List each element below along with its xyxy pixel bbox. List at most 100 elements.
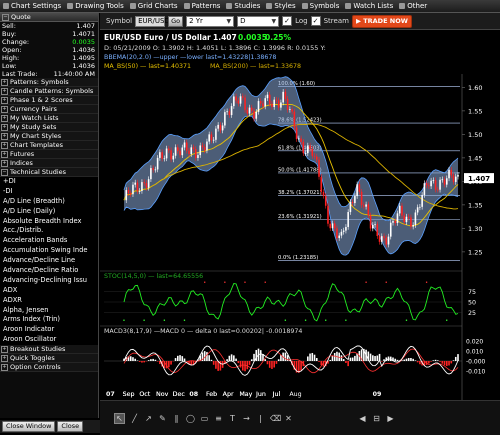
close-button[interactable]: Close	[57, 421, 83, 432]
menu-item-drawing-tools[interactable]: Drawing Tools	[64, 2, 127, 10]
study-item[interactable]: Advance/Decline Ratio	[0, 266, 98, 276]
candle-body	[426, 183, 428, 185]
menu-item-grid-charts[interactable]: Grid Charts	[127, 2, 181, 10]
expand-icon[interactable]: +	[1, 124, 8, 131]
macd-histogram-bar	[132, 357, 134, 361]
symbol-input[interactable]: EUR/USD	[135, 16, 165, 27]
study-item[interactable]: Aroon Indicator	[0, 325, 98, 335]
study-item[interactable]: Advance/Decline Line	[0, 256, 98, 266]
study-item[interactable]: Alpha, Jensen	[0, 306, 98, 316]
cursor-icon[interactable]: ↖	[114, 413, 125, 424]
study-item[interactable]: Advancing-Declining Issu	[0, 276, 98, 286]
study-item[interactable]: ADX	[0, 286, 98, 296]
study-item[interactable]: A/D Line (Breadth)	[0, 197, 98, 207]
candle-body	[410, 217, 412, 226]
period-select[interactable]: 2 Yr▼	[186, 16, 234, 27]
expand-icon[interactable]: +	[1, 106, 8, 113]
menu-item-patterns[interactable]: Patterns	[181, 2, 224, 10]
tree-item[interactable]: +Futures	[0, 150, 98, 159]
study-item[interactable]: ADXR	[0, 296, 98, 306]
expand-icon[interactable]: +	[1, 346, 8, 353]
menu-item-studies[interactable]: Studies	[223, 2, 263, 10]
expand-icon[interactable]: +	[1, 79, 8, 86]
candle-body	[415, 212, 417, 225]
tree-item[interactable]: +Chart Templates	[0, 141, 98, 150]
collapse-icon[interactable]: −	[2, 14, 9, 21]
expand-icon[interactable]: +	[1, 88, 8, 95]
menu-label: Grid Charts	[138, 2, 178, 10]
menu-item-chart-settings[interactable]: Chart Settings	[0, 2, 64, 10]
expand-icon[interactable]: +	[1, 115, 8, 122]
vertical-line-icon[interactable]: |	[256, 414, 265, 423]
line-tool-icon[interactable]: ╱	[130, 414, 139, 423]
tree-item[interactable]: +Indices	[0, 159, 98, 168]
time-axis-label: Dec	[173, 391, 186, 398]
candle-body	[448, 170, 450, 178]
study-item[interactable]: A/D Line (Daily)	[0, 207, 98, 217]
tree-item[interactable]: +My Watch Lists	[0, 114, 98, 123]
expand-icon[interactable]: +	[1, 151, 8, 158]
trend-line-icon[interactable]: ↗	[144, 414, 153, 423]
candle-body	[168, 149, 170, 151]
tree-item[interactable]: +Quick Toggles	[0, 354, 98, 363]
study-item[interactable]: Absolute Breadth Index	[0, 217, 98, 227]
delete-icon[interactable]: ✕	[284, 414, 293, 423]
expand-icon[interactable]: +	[1, 160, 8, 167]
macd-histogram-bar	[430, 361, 432, 362]
scroll-right-icon[interactable]: ▶	[386, 414, 395, 423]
close-window-button[interactable]: Close Window	[2, 421, 55, 432]
pencil-icon[interactable]: ✎	[158, 414, 167, 423]
expand-icon[interactable]: +	[1, 97, 8, 104]
quote-header[interactable]: −Quote	[0, 13, 98, 22]
tree-item[interactable]: +Option Controls	[0, 363, 98, 372]
zoom-slider-icon[interactable]: ⊟	[372, 414, 381, 423]
chart-area[interactable]: EUR/USD Euro / US Dollar1.4070.00350.25%…	[100, 30, 500, 400]
study-item[interactable]: Acc./Distrib.	[0, 226, 98, 236]
menu-item-other[interactable]: Other	[396, 2, 430, 10]
tree-item[interactable]: +Phase 1 & 2 Scores	[0, 96, 98, 105]
expand-icon[interactable]: +	[1, 355, 8, 362]
study-item[interactable]: Aroon Oscillator	[0, 335, 98, 345]
circle-tool-icon[interactable]: ◯	[186, 414, 195, 423]
tree-item[interactable]: −Technical Studies	[0, 168, 98, 177]
study-item[interactable]: -DI	[0, 187, 98, 197]
expand-icon[interactable]: +	[1, 364, 8, 371]
tree-item[interactable]: +Candle Patterns: Symbols	[0, 87, 98, 96]
stream-checkbox[interactable]: ✓	[311, 16, 321, 26]
candle-body	[280, 102, 282, 107]
collapse-icon[interactable]: −	[1, 169, 8, 176]
study-item[interactable]: Acceleration Bands	[0, 236, 98, 246]
study-item[interactable]: Accumulation Swing Inde	[0, 246, 98, 256]
fibonacci-tool-icon[interactable]: ≡	[214, 414, 223, 423]
tree-item[interactable]: +My Study Sets	[0, 123, 98, 132]
rectangle-tool-icon[interactable]: ▭	[200, 414, 209, 423]
scroll-left-icon[interactable]: ◀	[358, 414, 367, 423]
trade-now-button[interactable]: ▶ TRADE NOW	[352, 15, 412, 28]
menu-item-styles[interactable]: Styles	[263, 2, 298, 10]
tree-item[interactable]: +My Chart Styles	[0, 132, 98, 141]
go-button[interactable]: Go	[168, 16, 183, 27]
study-item[interactable]: +DI	[0, 177, 98, 187]
channel-icon[interactable]: ∥	[172, 414, 181, 423]
candle-body	[211, 134, 213, 140]
menu-item-watch-lists[interactable]: Watch Lists	[342, 2, 396, 10]
text-tool-icon[interactable]: T	[228, 414, 237, 423]
arrow-tool-icon[interactable]: →	[242, 414, 251, 423]
interval-select[interactable]: D▼	[237, 16, 279, 27]
fib-label: 50.0% (1.41788)	[278, 167, 322, 173]
eraser-icon[interactable]: ⌫	[270, 414, 279, 423]
macd-histogram-bar	[345, 361, 347, 363]
study-item[interactable]: Arms Index (Trin)	[0, 315, 98, 325]
tree-item[interactable]: +Currency Pairs	[0, 105, 98, 114]
expand-icon[interactable]: +	[1, 142, 8, 149]
candle-body	[408, 217, 410, 218]
fib-label: 0.0% (1.23185)	[278, 255, 318, 261]
interval-value: D	[240, 17, 245, 26]
log-checkbox[interactable]: ✓	[282, 16, 292, 26]
expand-icon[interactable]: +	[1, 133, 8, 140]
tree-item[interactable]: +Breakout Studies	[0, 345, 98, 354]
menu-item-symbols[interactable]: Symbols	[299, 2, 343, 10]
tree-item[interactable]: +Patterns: Symbols	[0, 78, 98, 87]
quote-label: High:	[2, 54, 19, 62]
macd-histogram-bar	[334, 353, 336, 361]
